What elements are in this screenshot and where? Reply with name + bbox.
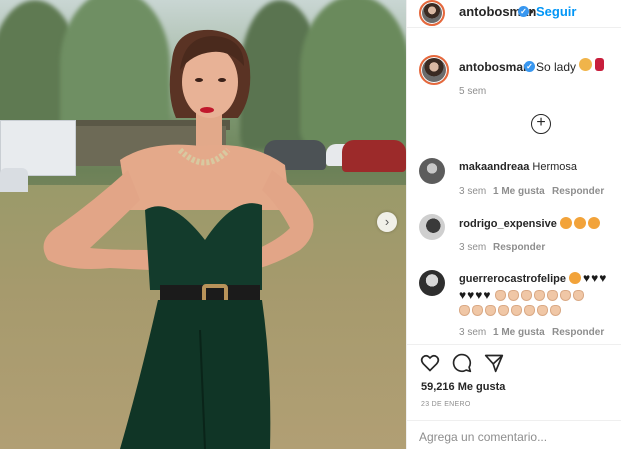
clap-emoji-icon: [573, 290, 585, 301]
clap-emoji-icon: [537, 305, 548, 316]
clap-emoji-icon: [547, 290, 559, 301]
follow-button[interactable]: Seguir: [536, 4, 576, 19]
clap-emoji-icon: [508, 290, 520, 301]
star-struck-emoji-icon: [587, 217, 600, 229]
clap-emoji-icon: [485, 305, 496, 316]
comment-emoji-row: [459, 302, 619, 316]
verified-badge-icon: ✓: [524, 61, 535, 72]
comment-body: rodrigo_expensive: [459, 217, 602, 230]
black-heart-emoji-icon: ♥: [599, 271, 607, 285]
clap-emoji-icon: [524, 305, 535, 316]
comment-timestamp: 3 sem: [459, 242, 487, 253]
clap-emoji-icon: [459, 305, 470, 316]
add-comment-bar: [407, 420, 621, 449]
comment-avatar[interactable]: [419, 270, 445, 296]
black-heart-emoji-icon: ♥: [475, 288, 483, 301]
comment-body: makaandreaa Hermosa: [459, 161, 577, 173]
lipstick-emoji-icon: [595, 58, 604, 71]
clap-emoji-icon: [498, 305, 509, 316]
black-heart-emoji-icon: ♥: [591, 271, 599, 285]
verified-badge-icon: ✓: [518, 6, 529, 17]
smiling-emoji-icon: [569, 272, 582, 284]
heart-icon[interactable]: [420, 353, 440, 373]
next-photo-button[interactable]: ›: [377, 212, 397, 232]
comment-emoji-row: ♥♥♥♥: [459, 287, 619, 301]
clap-emoji-icon: [495, 290, 507, 301]
person-emoji-icon: [579, 58, 592, 71]
clap-emoji-icon: [560, 290, 572, 301]
author-avatar[interactable]: [419, 0, 445, 26]
black-heart-emoji-icon: ♥: [459, 288, 467, 301]
comment-timestamp: 3 sem: [459, 186, 487, 197]
reply-button[interactable]: Responder: [493, 242, 545, 253]
clap-emoji-icon: [550, 305, 561, 316]
comment-input[interactable]: [419, 429, 609, 445]
post-header: antobosman ✓ • Seguir: [407, 0, 621, 28]
comment-avatar[interactable]: [419, 214, 445, 240]
caption-text: So lady: [536, 60, 577, 74]
like-count[interactable]: 59,216 Me gusta: [421, 381, 505, 393]
comment-timestamp: 3 sem: [459, 327, 487, 338]
caption-timestamp: 5 sem: [459, 86, 487, 97]
reply-button[interactable]: Responder: [552, 327, 604, 338]
star-struck-emoji-icon: [559, 217, 572, 229]
black-heart-emoji-icon: ♥: [467, 288, 475, 301]
comment-username[interactable]: rodrigo_expensive: [459, 218, 557, 230]
comment-likes[interactable]: 1 Me gusta: [493, 327, 545, 338]
post-side-panel: antobosman ✓ • Seguir antobosman ✓ So la…: [406, 0, 621, 449]
follow-separator: •: [529, 4, 534, 19]
clap-emoji-icon: [521, 290, 533, 301]
black-heart-emoji-icon: ♥: [483, 288, 491, 301]
comment-username[interactable]: guerrerocastrofelipe: [459, 273, 566, 285]
post-actions: 59,216 Me gusta 23 DE ENERO: [407, 344, 621, 408]
caption-author-avatar[interactable]: [419, 55, 449, 85]
comment-likes[interactable]: 1 Me gusta: [493, 186, 545, 197]
comment-bubble-icon[interactable]: [452, 353, 472, 373]
paper-plane-icon[interactable]: [484, 353, 504, 373]
clap-emoji-icon: [534, 290, 546, 301]
clap-emoji-icon: [511, 305, 522, 316]
woman-figure: [43, 29, 314, 449]
post-photo: ›: [0, 0, 406, 449]
comment-avatar[interactable]: [419, 158, 445, 184]
post-date: 23 DE ENERO: [421, 401, 471, 408]
caption-author-username[interactable]: antobosman: [459, 60, 530, 74]
black-heart-emoji-icon: ♥: [583, 271, 591, 285]
load-more-comments-button[interactable]: +: [531, 114, 551, 134]
reply-button[interactable]: Responder: [552, 186, 604, 197]
comment-username[interactable]: makaandreaa: [459, 161, 529, 173]
comment-text: Hermosa: [532, 161, 578, 173]
clap-emoji-icon: [472, 305, 483, 316]
comment-body: guerrerocastrofelipe ♥♥♥: [459, 272, 607, 285]
star-struck-emoji-icon: [573, 217, 586, 229]
